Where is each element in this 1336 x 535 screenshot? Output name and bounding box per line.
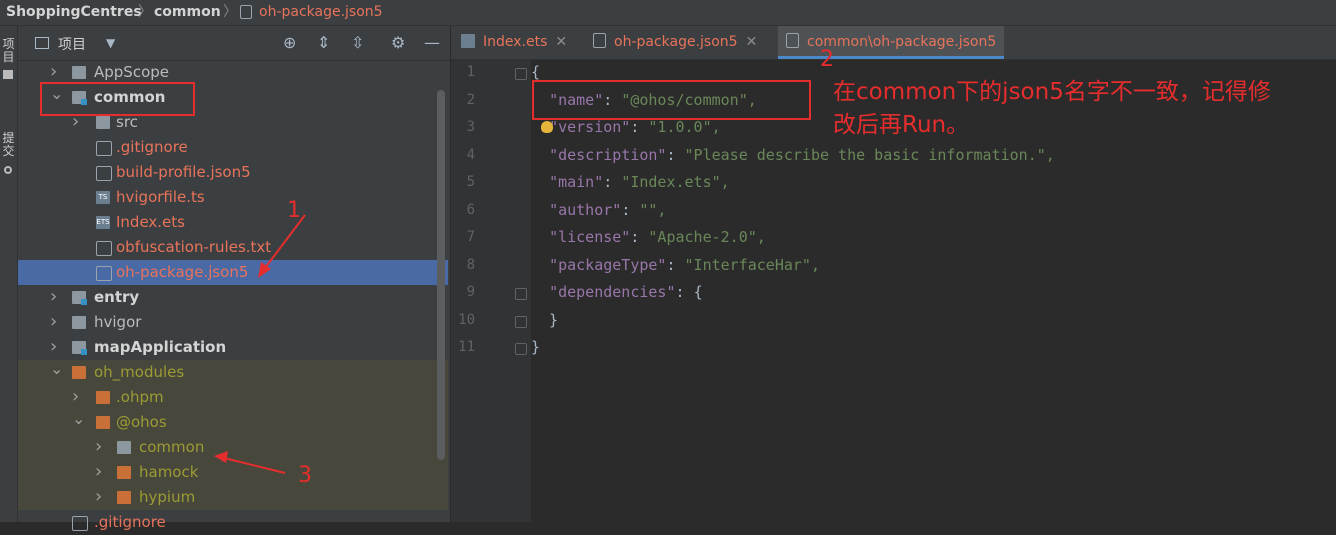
annotation-note: 在common下的json5名字不一致，记得修 改后再Run。 [833,76,1271,142]
annotation-number-3: 3 [298,463,312,488]
annotation-number-1: 1 [287,198,301,223]
arrow-3-head [214,451,228,463]
annotation-number-2: 2 [820,47,834,72]
annotation-note-line1: 在common下的json5名字不一致，记得修 [833,79,1271,105]
annotation-note-line2: 改后再Run。 [833,112,970,138]
arrow-1 [261,214,306,273]
arrow-1-head [258,262,271,278]
arrow-3 [219,456,286,474]
